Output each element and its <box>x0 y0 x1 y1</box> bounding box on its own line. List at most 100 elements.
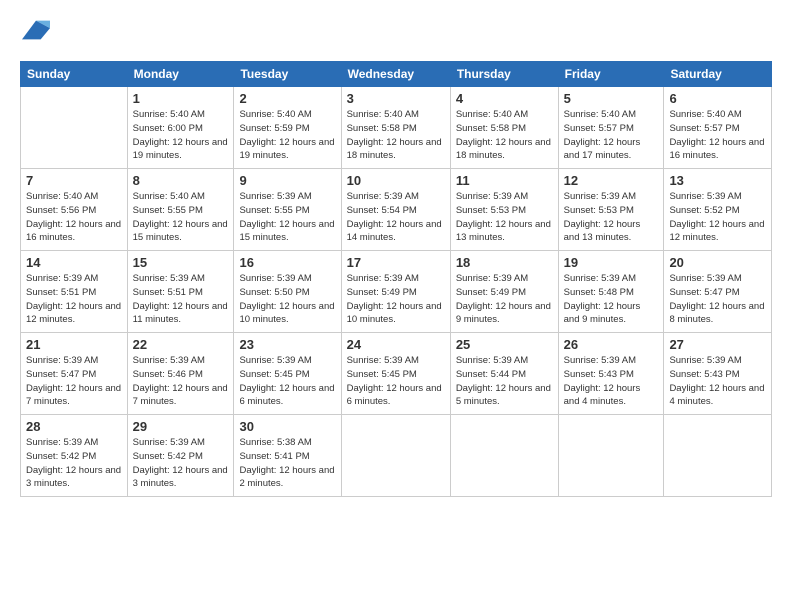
day-number: 21 <box>26 337 122 352</box>
calendar-cell: 28 Sunrise: 5:39 AM Sunset: 5:42 PM Dayli… <box>21 415 128 497</box>
day-info: Sunrise: 5:40 AM Sunset: 6:00 PM Dayligh… <box>133 108 229 163</box>
calendar-cell <box>450 415 558 497</box>
day-number: 9 <box>239 173 335 188</box>
day-number: 26 <box>564 337 659 352</box>
day-number: 11 <box>456 173 553 188</box>
day-number: 15 <box>133 255 229 270</box>
day-info: Sunrise: 5:39 AM Sunset: 5:42 PM Dayligh… <box>26 436 122 491</box>
column-header-wednesday: Wednesday <box>341 62 450 87</box>
week-row-5: 28 Sunrise: 5:39 AM Sunset: 5:42 PM Dayli… <box>21 415 772 497</box>
calendar-cell: 30 Sunrise: 5:38 AM Sunset: 5:41 PM Dayli… <box>234 415 341 497</box>
day-info: Sunrise: 5:39 AM Sunset: 5:52 PM Dayligh… <box>669 190 766 245</box>
week-row-2: 7 Sunrise: 5:40 AM Sunset: 5:56 PM Daylig… <box>21 169 772 251</box>
day-number: 1 <box>133 91 229 106</box>
day-number: 8 <box>133 173 229 188</box>
column-header-tuesday: Tuesday <box>234 62 341 87</box>
calendar-cell: 22Sunrise: 5:39 AM Sunset: 5:46 PM Dayli… <box>127 333 234 415</box>
calendar-cell: 1 Sunrise: 5:40 AM Sunset: 6:00 PM Daylig… <box>127 87 234 169</box>
calendar-cell: 13 Sunrise: 5:39 AM Sunset: 5:52 PM Dayli… <box>664 169 772 251</box>
column-header-saturday: Saturday <box>664 62 772 87</box>
day-info: Sunrise: 5:39 AM Sunset: 5:55 PM Dayligh… <box>239 190 335 245</box>
day-info: Sunrise: 5:40 AM Sunset: 5:56 PM Dayligh… <box>26 190 122 245</box>
day-number: 24 <box>347 337 445 352</box>
day-number: 6 <box>669 91 766 106</box>
calendar-cell: 6Sunrise: 5:40 AM Sunset: 5:57 PM Daylig… <box>664 87 772 169</box>
day-number: 7 <box>26 173 122 188</box>
calendar-cell: 14 Sunrise: 5:39 AM Sunset: 5:51 PM Dayli… <box>21 251 128 333</box>
day-number: 10 <box>347 173 445 188</box>
day-number: 25 <box>456 337 553 352</box>
day-info: Sunrise: 5:39 AM Sunset: 5:51 PM Dayligh… <box>26 272 122 327</box>
calendar-cell: 11 Sunrise: 5:39 AM Sunset: 5:53 PM Dayli… <box>450 169 558 251</box>
calendar-cell: 9 Sunrise: 5:39 AM Sunset: 5:55 PM Daylig… <box>234 169 341 251</box>
day-info: Sunrise: 5:39 AM Sunset: 5:46 PM Dayligh… <box>133 354 229 409</box>
day-info: Sunrise: 5:39 AM Sunset: 5:43 PM Dayligh… <box>669 354 766 409</box>
calendar-cell: 2 Sunrise: 5:40 AM Sunset: 5:59 PM Daylig… <box>234 87 341 169</box>
day-info: Sunrise: 5:40 AM Sunset: 5:59 PM Dayligh… <box>239 108 335 163</box>
day-number: 16 <box>239 255 335 270</box>
calendar-cell: 19 Sunrise: 5:39 AM Sunset: 5:48 PM Dayli… <box>558 251 664 333</box>
day-number: 12 <box>564 173 659 188</box>
day-info: Sunrise: 5:39 AM Sunset: 5:49 PM Dayligh… <box>347 272 445 327</box>
calendar-cell <box>558 415 664 497</box>
day-number: 13 <box>669 173 766 188</box>
calendar-table: SundayMondayTuesdayWednesdayThursdayFrid… <box>20 61 772 497</box>
day-number: 2 <box>239 91 335 106</box>
day-number: 30 <box>239 419 335 434</box>
calendar-cell: 7 Sunrise: 5:40 AM Sunset: 5:56 PM Daylig… <box>21 169 128 251</box>
day-info: Sunrise: 5:39 AM Sunset: 5:54 PM Dayligh… <box>347 190 445 245</box>
day-info: Sunrise: 5:39 AM Sunset: 5:42 PM Dayligh… <box>133 436 229 491</box>
day-number: 14 <box>26 255 122 270</box>
day-info: Sunrise: 5:39 AM Sunset: 5:44 PM Dayligh… <box>456 354 553 409</box>
day-info: Sunrise: 5:40 AM Sunset: 5:58 PM Dayligh… <box>456 108 553 163</box>
day-number: 18 <box>456 255 553 270</box>
day-number: 4 <box>456 91 553 106</box>
column-header-thursday: Thursday <box>450 62 558 87</box>
column-header-friday: Friday <box>558 62 664 87</box>
calendar-cell: 3 Sunrise: 5:40 AM Sunset: 5:58 PM Daylig… <box>341 87 450 169</box>
calendar-cell: 12 Sunrise: 5:39 AM Sunset: 5:53 PM Dayli… <box>558 169 664 251</box>
day-info: Sunrise: 5:40 AM Sunset: 5:57 PM Dayligh… <box>564 108 659 163</box>
day-number: 29 <box>133 419 229 434</box>
day-info: Sunrise: 5:39 AM Sunset: 5:45 PM Dayligh… <box>239 354 335 409</box>
calendar-cell: 8 Sunrise: 5:40 AM Sunset: 5:55 PM Daylig… <box>127 169 234 251</box>
week-row-4: 21Sunrise: 5:39 AM Sunset: 5:47 PM Dayli… <box>21 333 772 415</box>
calendar-cell: 21Sunrise: 5:39 AM Sunset: 5:47 PM Dayli… <box>21 333 128 415</box>
day-number: 28 <box>26 419 122 434</box>
calendar-cell: 24Sunrise: 5:39 AM Sunset: 5:45 PM Dayli… <box>341 333 450 415</box>
column-header-sunday: Sunday <box>21 62 128 87</box>
calendar-cell: 29 Sunrise: 5:39 AM Sunset: 5:42 PM Dayli… <box>127 415 234 497</box>
calendar-cell <box>341 415 450 497</box>
calendar-cell: 27Sunrise: 5:39 AM Sunset: 5:43 PM Dayli… <box>664 333 772 415</box>
calendar-cell: 23Sunrise: 5:39 AM Sunset: 5:45 PM Dayli… <box>234 333 341 415</box>
calendar-cell: 4 Sunrise: 5:40 AM Sunset: 5:58 PM Daylig… <box>450 87 558 169</box>
day-info: Sunrise: 5:39 AM Sunset: 5:48 PM Dayligh… <box>564 272 659 327</box>
week-row-3: 14 Sunrise: 5:39 AM Sunset: 5:51 PM Dayli… <box>21 251 772 333</box>
calendar-cell <box>664 415 772 497</box>
day-info: Sunrise: 5:38 AM Sunset: 5:41 PM Dayligh… <box>239 436 335 491</box>
day-info: Sunrise: 5:40 AM Sunset: 5:55 PM Dayligh… <box>133 190 229 245</box>
header-row: SundayMondayTuesdayWednesdayThursdayFrid… <box>21 62 772 87</box>
day-info: Sunrise: 5:39 AM Sunset: 5:43 PM Dayligh… <box>564 354 659 409</box>
day-info: Sunrise: 5:39 AM Sunset: 5:53 PM Dayligh… <box>456 190 553 245</box>
calendar-cell: 18Sunrise: 5:39 AM Sunset: 5:49 PM Dayli… <box>450 251 558 333</box>
day-info: Sunrise: 5:40 AM Sunset: 5:58 PM Dayligh… <box>347 108 445 163</box>
calendar-cell: 10 Sunrise: 5:39 AM Sunset: 5:54 PM Dayli… <box>341 169 450 251</box>
day-number: 17 <box>347 255 445 270</box>
day-info: Sunrise: 5:39 AM Sunset: 5:53 PM Dayligh… <box>564 190 659 245</box>
day-info: Sunrise: 5:39 AM Sunset: 5:47 PM Dayligh… <box>669 272 766 327</box>
day-number: 19 <box>564 255 659 270</box>
column-header-monday: Monday <box>127 62 234 87</box>
day-info: Sunrise: 5:39 AM Sunset: 5:51 PM Dayligh… <box>133 272 229 327</box>
logo <box>20 18 50 49</box>
day-number: 5 <box>564 91 659 106</box>
week-row-1: 1 Sunrise: 5:40 AM Sunset: 6:00 PM Daylig… <box>21 87 772 169</box>
calendar-cell <box>21 87 128 169</box>
day-number: 3 <box>347 91 445 106</box>
logo-icon <box>22 16 50 44</box>
calendar-cell: 5 Sunrise: 5:40 AM Sunset: 5:57 PM Daylig… <box>558 87 664 169</box>
header <box>20 18 772 49</box>
day-number: 20 <box>669 255 766 270</box>
calendar-cell: 20 Sunrise: 5:39 AM Sunset: 5:47 PM Dayli… <box>664 251 772 333</box>
calendar-cell: 26 Sunrise: 5:39 AM Sunset: 5:43 PM Dayli… <box>558 333 664 415</box>
